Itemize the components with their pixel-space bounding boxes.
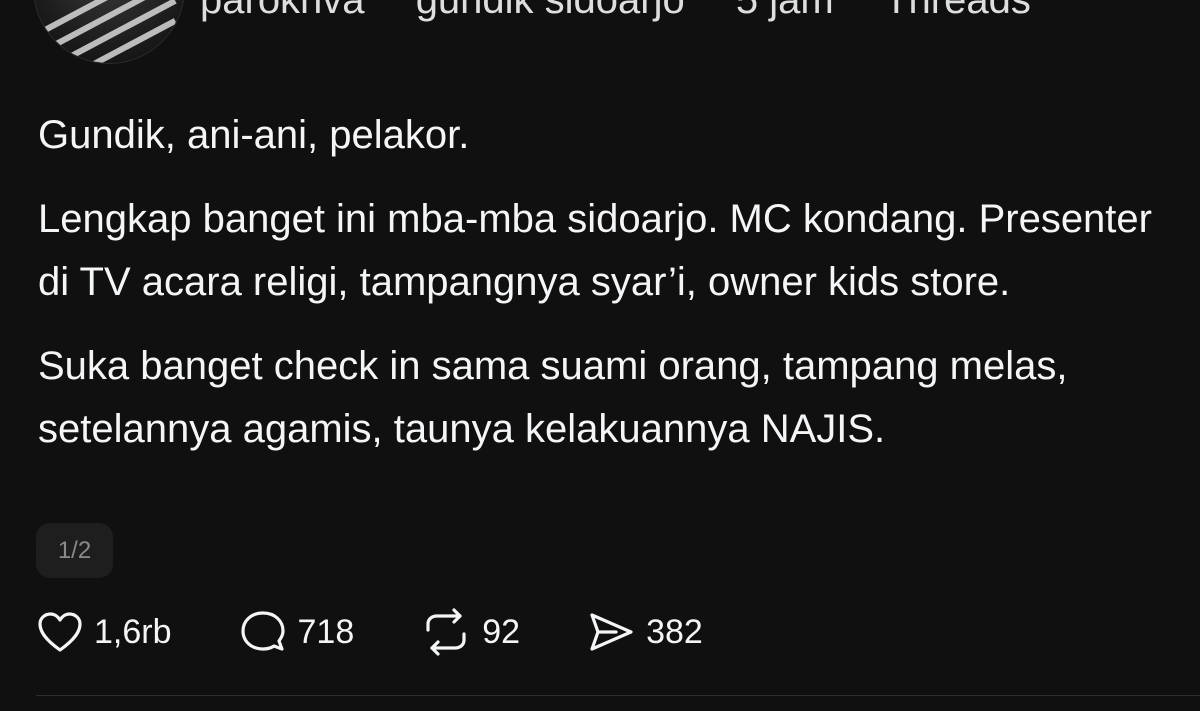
repost-count: 92 bbox=[482, 612, 521, 651]
timestamp: 5 jam bbox=[735, 0, 834, 22]
repost-button[interactable]: 92 bbox=[420, 608, 520, 656]
post-paragraph-1: Gundik, ani-ani, pelakor. bbox=[38, 113, 470, 157]
comment-icon bbox=[240, 611, 285, 651]
share-count: 382 bbox=[646, 612, 703, 651]
username[interactable]: paroknva bbox=[200, 0, 365, 22]
app-label: Threads bbox=[884, 0, 1031, 22]
reply-count: 718 bbox=[297, 612, 355, 651]
repost-icon bbox=[426, 608, 466, 656]
avatar[interactable] bbox=[33, 0, 185, 64]
location-tag[interactable]: gundik sidoarjo bbox=[416, 0, 685, 22]
send-icon bbox=[590, 613, 633, 651]
post-text: Gundik, ani-ani, pelakor. Lengkap banget… bbox=[38, 104, 1158, 482]
reply-button[interactable]: 718 bbox=[238, 608, 355, 656]
divider bbox=[36, 695, 1200, 696]
post-paragraph-2: Lengkap banget ini mba-mba sidoarjo. MC … bbox=[38, 197, 1152, 304]
page-indicator: 1/2 bbox=[36, 523, 113, 578]
like-count: 1,6rb bbox=[94, 612, 172, 651]
share-button[interactable]: 382 bbox=[586, 610, 703, 654]
action-bar: 1,6rb 718 92 382 bbox=[36, 608, 769, 656]
heart-icon bbox=[38, 612, 82, 652]
post-paragraph-3: Suka banget check in sama suami orang, t… bbox=[38, 344, 1068, 451]
post-header: paroknva gundik sidoarjo 5 jam Threads bbox=[200, 0, 1071, 22]
like-button[interactable]: 1,6rb bbox=[36, 610, 172, 654]
